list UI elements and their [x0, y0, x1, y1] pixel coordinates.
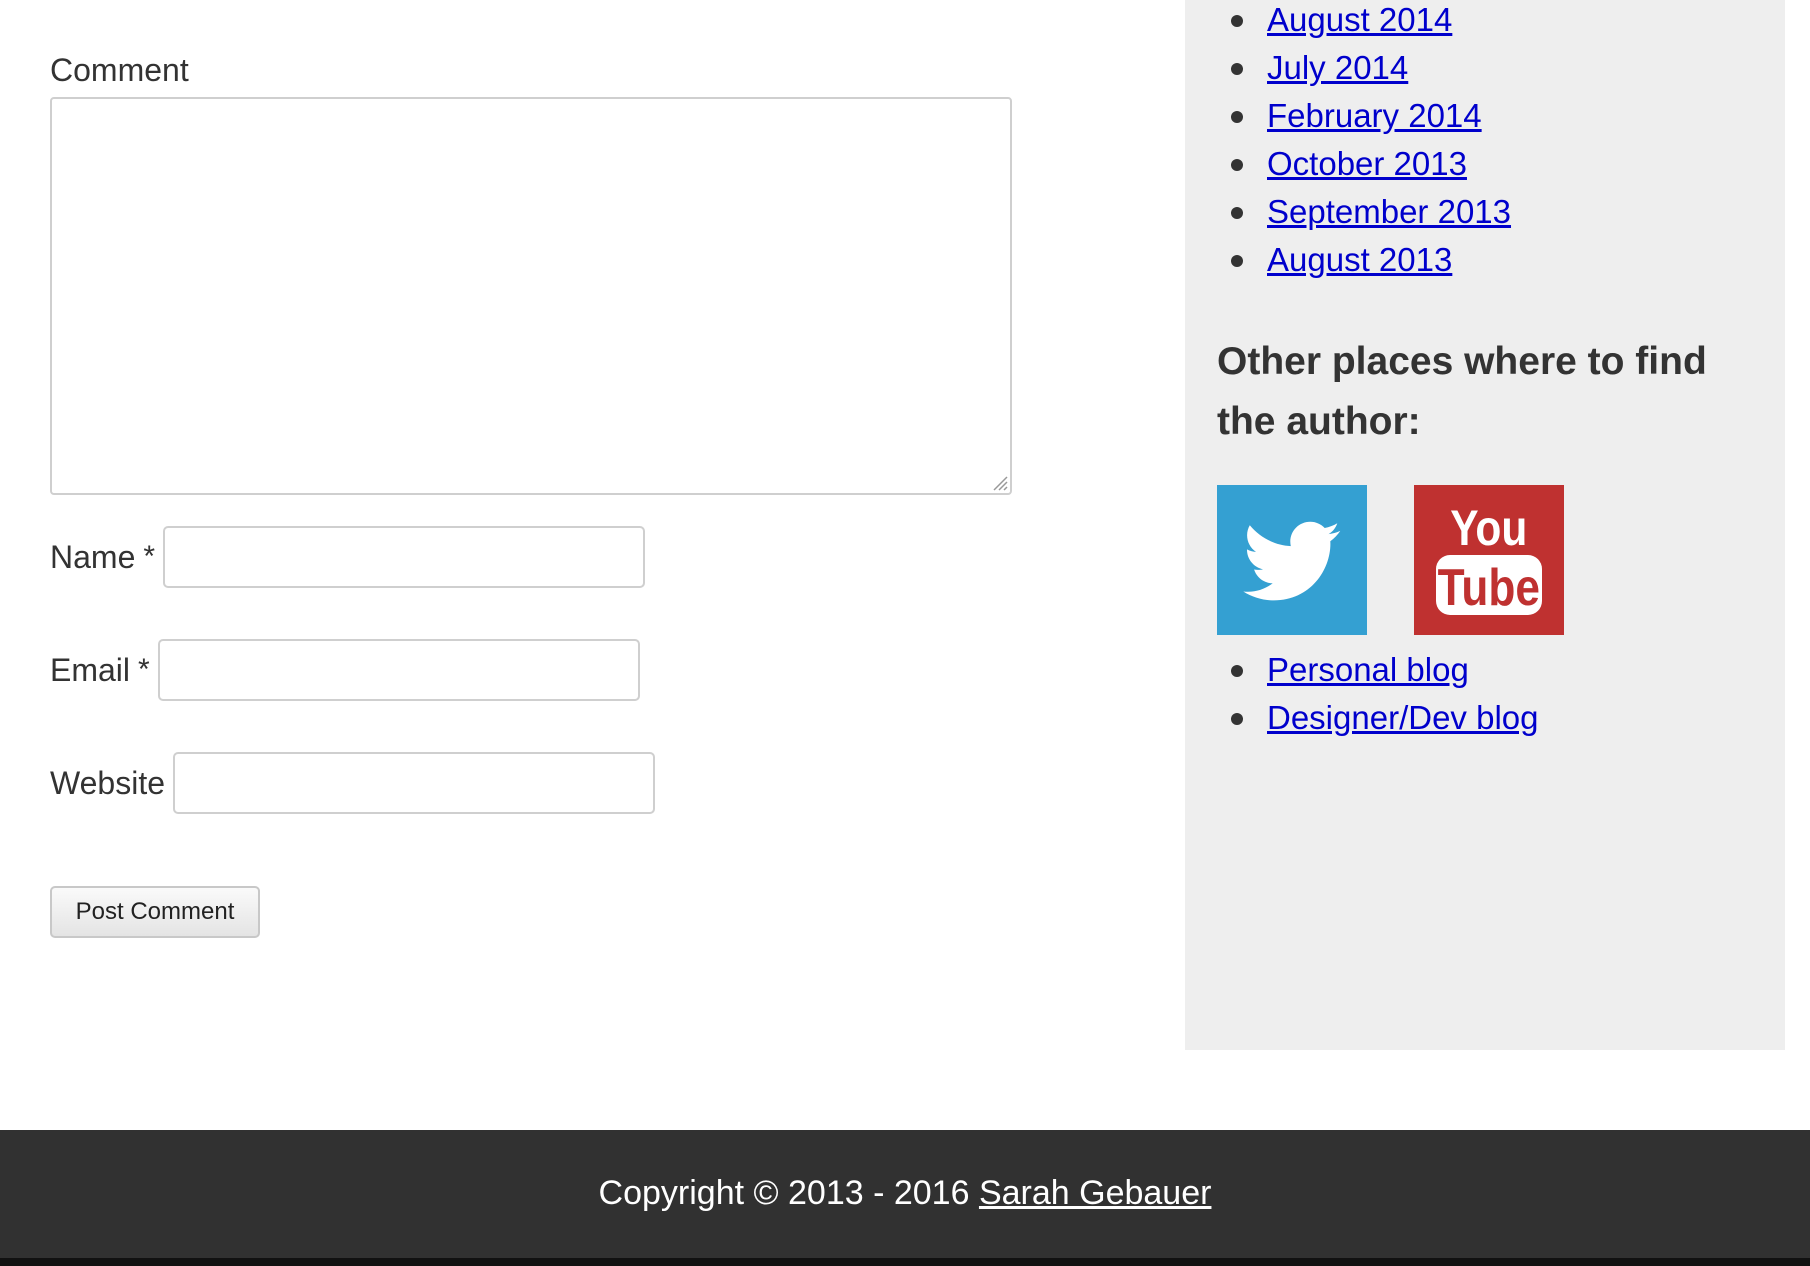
archive-item: October 2013 — [1225, 144, 1511, 192]
archive-link-august-2014[interactable]: August 2014 — [1267, 1, 1452, 38]
archive-link-september-2013[interactable]: September 2013 — [1267, 193, 1511, 230]
archive-item: August 2013 — [1225, 240, 1511, 288]
email-required-mark: * — [138, 653, 150, 686]
footer-bottom-bar — [0, 1258, 1810, 1266]
email-row: Email * — [50, 639, 640, 701]
website-input[interactable] — [173, 752, 656, 814]
youtube-icon-text-bottom: Tube — [1438, 559, 1540, 617]
post-comment-button[interactable]: Post Comment — [50, 886, 260, 938]
archive-item: July 2014 — [1225, 48, 1511, 96]
archive-link-july-2014[interactable]: July 2014 — [1267, 49, 1408, 86]
youtube-icon-text-top: You — [1450, 500, 1527, 556]
comment-textarea[interactable] — [50, 97, 1012, 495]
archive-link-october-2013[interactable]: October 2013 — [1267, 145, 1467, 182]
youtube-icon: You Tube — [1436, 500, 1542, 617]
archive-link-february-2014[interactable]: February 2014 — [1267, 97, 1482, 134]
archive-item: February 2014 — [1225, 96, 1511, 144]
name-input[interactable] — [163, 526, 646, 588]
author-link[interactable]: Sarah Gebauer — [979, 1174, 1212, 1212]
footer: Copyright © 2013 - 2016 Sarah Gebauer — [0, 1130, 1810, 1266]
footer-copyright: Copyright © 2013 - 2016 Sarah Gebauer — [0, 1174, 1810, 1213]
email-input[interactable] — [157, 639, 640, 701]
name-required-mark: * — [143, 540, 156, 573]
name-row: Name * — [50, 526, 646, 588]
website-row: Website — [50, 752, 656, 814]
archive-link-august-2013[interactable]: August 2013 — [1267, 241, 1452, 278]
author-link-item: Personal blog — [1225, 650, 1538, 698]
designer-dev-blog-link[interactable]: Designer/Dev blog — [1267, 699, 1538, 736]
personal-blog-link[interactable]: Personal blog — [1267, 651, 1469, 688]
archive-item: September 2013 — [1225, 192, 1511, 240]
copyright-text: Copyright © 2013 - 2016 — [598, 1174, 979, 1212]
website-label: Website — [50, 764, 166, 801]
sidebar: August 2014 July 2014 February 2014 Octo… — [1185, 0, 1785, 1050]
name-label: Name — [50, 538, 136, 575]
email-label: Email — [50, 651, 131, 688]
author-link-item: Designer/Dev blog — [1225, 698, 1538, 746]
author-links-list: Personal blog Designer/Dev blog — [1225, 650, 1538, 746]
twitter-icon — [1243, 521, 1341, 601]
page: Comment Name * Email * Website Post Comm… — [0, 0, 1810, 1266]
twitter-link[interactable] — [1217, 485, 1367, 635]
resize-grip-icon[interactable] — [990, 473, 1008, 491]
comment-label: Comment — [50, 52, 189, 88]
archive-item: August 2014 — [1225, 0, 1511, 48]
archive-list: August 2014 July 2014 February 2014 Octo… — [1225, 0, 1511, 288]
youtube-link[interactable]: You Tube — [1414, 485, 1564, 635]
find-author-heading: Other places where to find the author: — [1217, 340, 1707, 443]
